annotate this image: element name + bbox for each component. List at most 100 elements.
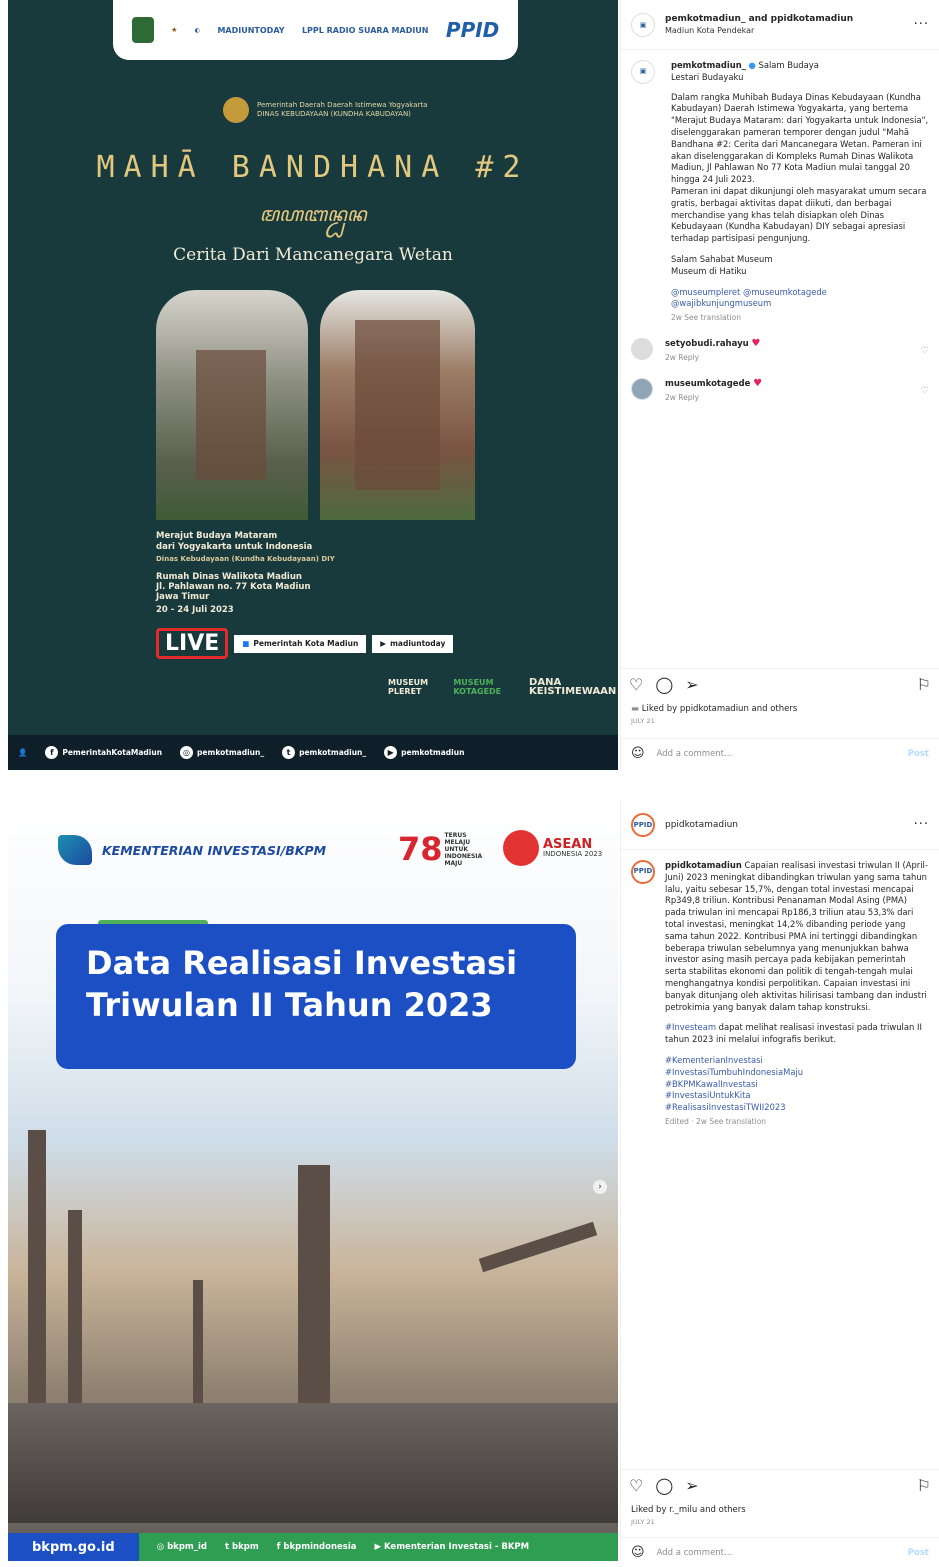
gov-line-2: DINAS KEBUDAYAAN (KUNDHA KABUDAYAN) (257, 110, 411, 118)
post-location[interactable]: Madiun Kota Pendekar (665, 25, 914, 37)
live-banner: LIVE ■ Pemerintah Kota Madiun ▶ madiuntoda… (156, 628, 454, 659)
post-actions: ♡ ◯ ➢ ⚐ (621, 668, 939, 700)
post-2-sidebar: PPID ppidkotamadiun ··· PPID ppidkotamad… (620, 800, 939, 1561)
live-facebook: ■ Pemerintah Kota Madiun (234, 634, 367, 653)
emoji-icon[interactable]: ☺ (631, 1545, 645, 1560)
bkpm-leaf-icon (58, 835, 92, 865)
sponsor-logo-bar: ★ ◐ MADIUNTODAY LPPL RADIO SUARA MADIUN … (113, 0, 518, 60)
post-author-names[interactable]: pemkotmadiun_ and ppidkotamadiun (665, 13, 914, 25)
poster-subtitle: Cerita Dari Mancanegara Wetan (173, 245, 453, 265)
emoji-icon[interactable]: ☺ (631, 746, 645, 761)
temple-gate-photo-2 (320, 290, 475, 520)
verified-icon: ● (748, 60, 756, 70)
caption-meta[interactable]: 2w See translation (671, 312, 929, 324)
footer-twitter: t pemkotmadiun_ (282, 746, 366, 759)
caption-hashtags[interactable]: #KementerianInvestasi #InvestasiTumbuhIn… (665, 1055, 929, 1114)
share-icon[interactable]: ➢ (685, 1476, 698, 1495)
live-youtube: ▶ madiuntoday (372, 634, 454, 653)
partner-dana-keistimewaan: DANA KEISTIMEWAAN (529, 677, 617, 697)
comment-meta[interactable]: 2w Reply (665, 352, 921, 364)
caption-paragraph-1: Dalam rangka Muhibah Budaya Dinas Kebuda… (671, 91, 929, 244)
avatar[interactable] (631, 377, 653, 400)
add-comment-input[interactable]: Add a comment... (657, 749, 733, 759)
infographic-title-2: Triwulan II Tahun 2023 (86, 986, 493, 1024)
avatar[interactable]: PPID (631, 860, 655, 884)
liked-by-text[interactable]: Liked by ppidkotamadiun and others (642, 704, 798, 714)
like-comment-heart-icon[interactable]: ♡ (921, 386, 929, 396)
logo-kominfo: ◐ (194, 26, 201, 34)
footer-facebook: f bkpmindonesia (276, 1542, 357, 1552)
more-icon[interactable]: ··· (914, 17, 929, 32)
more-icon[interactable]: ··· (914, 817, 929, 832)
post-date[interactable]: JULY 21 (631, 1518, 746, 1526)
user-icon: 👤 (18, 748, 28, 757)
asean-subtext: INDONESIA 2023 (543, 849, 603, 858)
comment-username[interactable]: museumkotagede (665, 379, 750, 389)
footer-instagram: ◎ bkpm_id (156, 1542, 208, 1552)
like-comment-heart-icon[interactable]: ♡ (921, 346, 929, 356)
bookmark-icon[interactable]: ⚐ (917, 675, 931, 694)
facebook-icon: ■ (242, 639, 250, 648)
comment: setyobudi.rahayu ♥ 2w Reply ♡ (621, 337, 939, 364)
caption-username[interactable]: pemkotmadiun_ (671, 60, 746, 70)
caption-username[interactable]: ppidkotamadiun (665, 860, 742, 870)
ri-78-logo: 78 TERUS MELAJU UNTUK INDONESIA MAJU (398, 830, 485, 868)
heart-icon[interactable]: ♡ (629, 675, 643, 694)
post-1-sidebar: ▣ pemkotmadiun_ and ppidkotamadiun Madiu… (620, 0, 939, 770)
asean-logo: ASEAN INDONESIA 2023 (503, 830, 602, 866)
add-comment-bar: ☺ Add a comment... Post (621, 738, 939, 768)
ministry-logo: KEMENTERIAN INVESTASI/BKPM (58, 835, 326, 865)
caption-meta[interactable]: Edited · 2w See translation (665, 1116, 929, 1128)
post-1-image[interactable]: ★ ◐ MADIUNTODAY LPPL RADIO SUARA MADIUN … (8, 0, 618, 770)
liked-by-avatar-icon: ▬ (631, 704, 640, 714)
logo-madiuntoday: MADIUNTODAY (217, 25, 285, 35)
share-icon[interactable]: ➢ (685, 675, 698, 694)
refinery-pipes (8, 1403, 618, 1523)
poster-social-footer: 👤 f PemerintahKotaMadiun ◎ pemkotmadiun_ t… (8, 735, 618, 770)
partner-logos: MUSEUM PLERET MUSEUM KOTAGEDE DANA KEIST… (388, 677, 618, 697)
caption-mentions[interactable]: @museumpleret @museumkotagede @wajibkunj… (671, 287, 929, 311)
avatar[interactable]: ▣ (631, 12, 655, 37)
poster-address-1: Rumah Dinas Walikota Madiun (156, 572, 302, 582)
red-heart-icon: ♥ (753, 377, 763, 389)
carousel-next-icon[interactable]: › (593, 1180, 607, 1194)
youtube-icon: ▶ (380, 639, 387, 648)
asean-emblem-icon (503, 830, 539, 866)
poster-address-2: Jl. Pahlawan no. 77 Kota Madiun (156, 582, 311, 592)
post-2-image[interactable]: KEMENTERIAN INVESTASI/BKPM 78 TERUS MELA… (8, 800, 618, 1561)
logo-madiun: ★ (171, 26, 178, 34)
logo-kota-madiun (131, 17, 154, 43)
heart-icon[interactable]: ♡ (629, 1476, 643, 1495)
ministry-name: KEMENTERIAN INVESTASI/BKPM (102, 842, 327, 858)
post-date[interactable]: JULY 21 (631, 717, 797, 725)
caption-paragraph-2: Salam Sahabat Museum Museum di Hatiku (671, 253, 773, 276)
post-header: PPID ppidkotamadiun ··· (621, 800, 939, 850)
post-1: ★ ◐ MADIUNTODAY LPPL RADIO SUARA MADIUN … (0, 0, 939, 770)
footer-youtube: ▶ Kementerian Investasi - BKPM (374, 1542, 530, 1552)
logo-lppl-radio: LPPL RADIO SUARA MADIUN (301, 25, 429, 35)
avatar[interactable]: ▣ (631, 60, 655, 84)
comment-username[interactable]: setyobudi.rahayu (665, 339, 749, 349)
avatar[interactable]: PPID (631, 812, 655, 837)
post-comment-button[interactable]: Post (908, 1548, 929, 1558)
add-comment-input[interactable]: Add a comment... (657, 1548, 733, 1558)
partner-museum-kotagede: MUSEUM KOTAGEDE (453, 678, 502, 696)
infographic-title-1: Data Realisasi Investasi (86, 944, 518, 982)
poster-info-3: Dinas Kebudayaan (Kundha Kebudayaan) DIY (156, 555, 335, 563)
comment-icon[interactable]: ◯ (655, 1476, 673, 1495)
avatar[interactable] (631, 337, 653, 360)
live-label: LIVE (156, 628, 229, 659)
post-author-names[interactable]: ppidkotamadiun (665, 819, 914, 831)
liked-by: Liked by r._milu and others JULY 21 (631, 1505, 746, 1526)
comment-meta[interactable]: 2w Reply (665, 392, 921, 404)
poster-info-1: Merajut Budaya Mataram (156, 531, 278, 541)
comment-icon[interactable]: ◯ (655, 675, 673, 694)
caption-hashtag-lead[interactable]: #Investeam (665, 1022, 716, 1032)
ri-78-number: 78 (398, 830, 443, 868)
bookmark-icon[interactable]: ⚐ (917, 1476, 931, 1495)
post-comment-button[interactable]: Post (908, 749, 929, 759)
government-header: Pemerintah Daerah Daerah Istimewa Yogyak… (223, 97, 427, 123)
liked-by-text[interactable]: Liked by r._milu and others (631, 1505, 746, 1515)
gov-line-1: Pemerintah Daerah Daerah Istimewa Yogyak… (257, 101, 428, 109)
red-heart-icon: ♥ (751, 337, 761, 349)
